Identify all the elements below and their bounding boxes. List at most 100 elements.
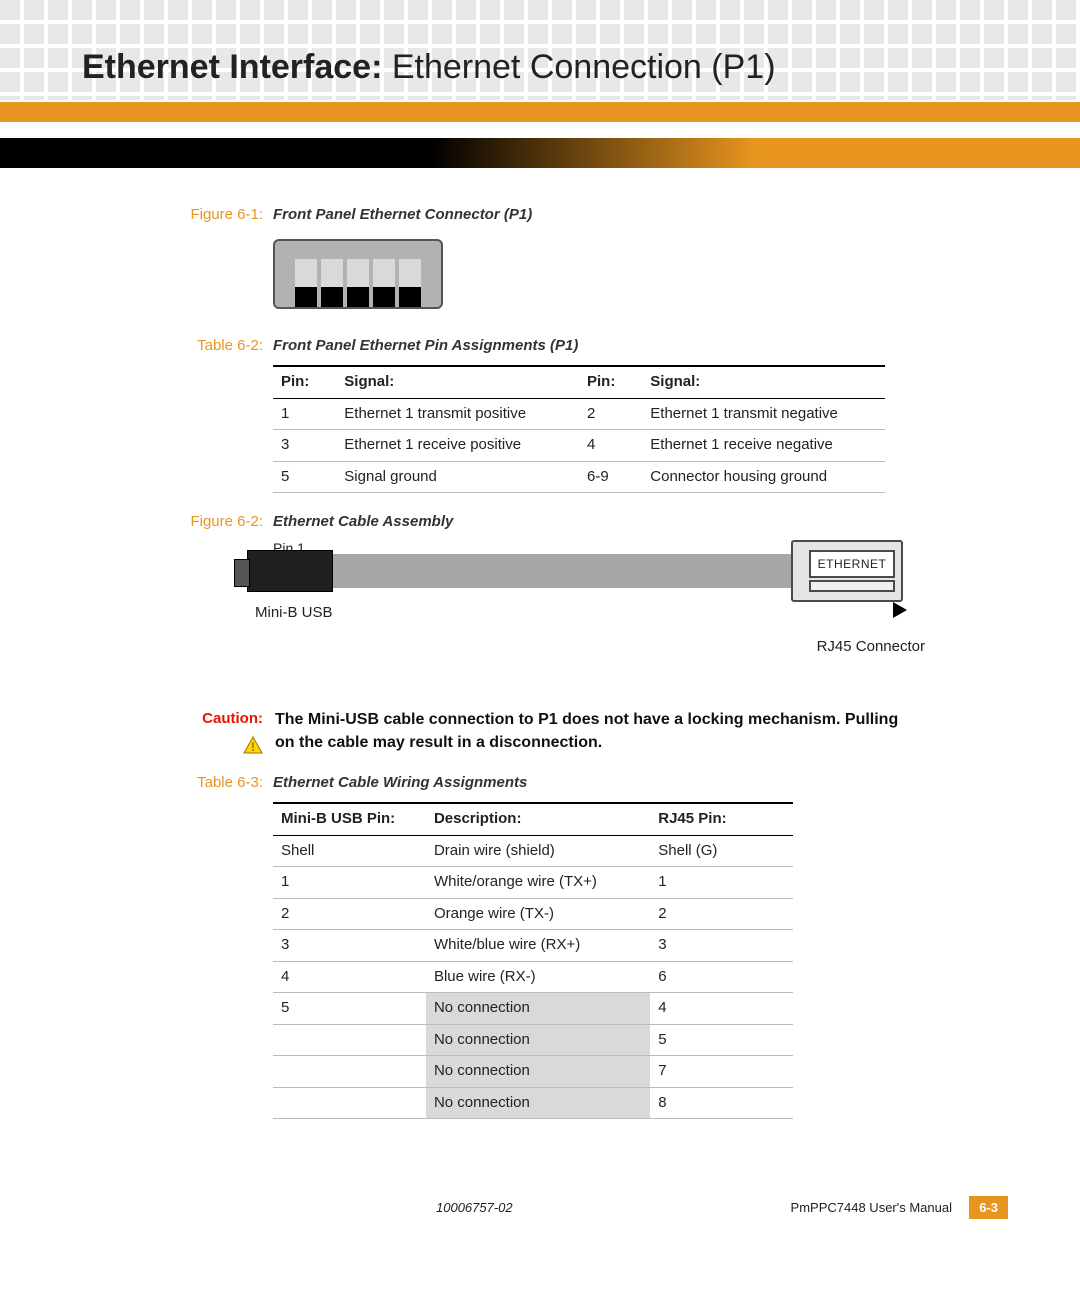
table-cell: Blue wire (RX-) bbox=[426, 961, 650, 993]
pin-slot bbox=[399, 259, 421, 307]
rj45-connector-label: RJ45 Connector bbox=[817, 636, 925, 659]
figure-6-1-text: Front Panel Ethernet Connector (P1) bbox=[273, 204, 532, 227]
table-row: 5Signal ground6-9Connector housing groun… bbox=[273, 461, 885, 493]
figure-6-2-caption: Figure 6-2: Ethernet Cable Assembly bbox=[185, 511, 905, 534]
th-signal: Signal: bbox=[336, 366, 579, 398]
table-cell: 6 bbox=[650, 961, 793, 993]
main-content: Figure 6-1: Front Panel Ethernet Connect… bbox=[185, 198, 905, 1119]
document-number: 10006757-02 bbox=[436, 1200, 513, 1215]
table-row: 3White/blue wire (RX+)3 bbox=[273, 930, 793, 962]
table-6-3: Mini-B USB Pin: Description: RJ45 Pin: S… bbox=[273, 802, 793, 1119]
table-6-2-text: Front Panel Ethernet Pin Assignments (P1… bbox=[273, 335, 578, 358]
table-6-2-caption: Table 6-2: Front Panel Ethernet Pin Assi… bbox=[185, 335, 905, 358]
table-cell: No connection bbox=[426, 1056, 650, 1088]
figure-6-2: ETHERNET Mini-B USB RJ45 Connector bbox=[255, 554, 905, 664]
table-cell: Shell (G) bbox=[650, 835, 793, 867]
gradient-bar bbox=[0, 138, 1080, 168]
table-cell: 4 bbox=[273, 961, 426, 993]
table-cell: 7 bbox=[650, 1056, 793, 1088]
table-6-2-label: Table 6-2: bbox=[185, 335, 263, 358]
table-cell: 5 bbox=[273, 993, 426, 1025]
table-cell: 1 bbox=[273, 398, 336, 430]
table-cell: 2 bbox=[579, 398, 642, 430]
caution-block: Caution: ! The Mini-USB cable connection… bbox=[185, 708, 905, 762]
arrow-icon bbox=[893, 602, 907, 618]
rj45-plug: ETHERNET bbox=[791, 540, 903, 602]
table-cell: Signal ground bbox=[336, 461, 579, 493]
table-row: 4Blue wire (RX-)6 bbox=[273, 961, 793, 993]
table-cell bbox=[273, 1024, 426, 1056]
table-cell: 1 bbox=[273, 867, 426, 899]
table-cell: 3 bbox=[273, 930, 426, 962]
table-cell: 3 bbox=[650, 930, 793, 962]
table-cell: 2 bbox=[273, 898, 426, 930]
table-cell: No connection bbox=[426, 1087, 650, 1119]
rj45-tab bbox=[809, 580, 895, 592]
table-cell: No connection bbox=[426, 993, 650, 1025]
table-cell: No connection bbox=[426, 1024, 650, 1056]
cable-body bbox=[277, 554, 795, 588]
figure-6-2-text: Ethernet Cable Assembly bbox=[273, 511, 453, 534]
orange-bar bbox=[0, 102, 1080, 122]
pin-slot bbox=[347, 259, 369, 307]
table-cell: Ethernet 1 receive negative bbox=[642, 430, 885, 462]
table-6-3-text: Ethernet Cable Wiring Assignments bbox=[273, 772, 527, 795]
table-cell: Ethernet 1 receive positive bbox=[336, 430, 579, 462]
page-number: 6-3 bbox=[969, 1196, 1008, 1219]
caution-label: Caution: bbox=[185, 708, 263, 731]
page-title-rest: Ethernet Connection (P1) bbox=[382, 48, 775, 86]
table-cell: Ethernet 1 transmit positive bbox=[336, 398, 579, 430]
table-cell: 8 bbox=[650, 1087, 793, 1119]
table-row: No connection8 bbox=[273, 1087, 793, 1119]
table-cell: 4 bbox=[650, 993, 793, 1025]
table-row: 5No connection4 bbox=[273, 993, 793, 1025]
figure-6-1-caption: Figure 6-1: Front Panel Ethernet Connect… bbox=[185, 204, 905, 227]
manual-name: PmPPC7448 User's Manual bbox=[791, 1200, 952, 1215]
table-cell: 4 bbox=[579, 430, 642, 462]
table-cell bbox=[273, 1056, 426, 1088]
mini-b-usb-label: Mini-B USB bbox=[255, 602, 333, 625]
table-cell: 3 bbox=[273, 430, 336, 462]
mini-b-plug bbox=[247, 550, 333, 592]
figure-6-2-label: Figure 6-2: bbox=[185, 511, 263, 534]
pin-slot bbox=[295, 259, 317, 307]
table-row: ShellDrain wire (shield)Shell (G) bbox=[273, 835, 793, 867]
figure-6-1-label: Figure 6-1: bbox=[185, 204, 263, 227]
th-minib-pin: Mini-B USB Pin: bbox=[273, 803, 426, 835]
table-cell: Connector housing ground bbox=[642, 461, 885, 493]
table-cell: White/orange wire (TX+) bbox=[426, 867, 650, 899]
page-title: Ethernet Interface: Ethernet Connection … bbox=[82, 48, 776, 87]
svg-text:!: ! bbox=[251, 740, 255, 754]
th-rj45-pin: RJ45 Pin: bbox=[650, 803, 793, 835]
caution-left: Caution: ! bbox=[185, 708, 263, 762]
table-cell: Ethernet 1 transmit negative bbox=[642, 398, 885, 430]
table-cell bbox=[273, 1087, 426, 1119]
table-row: 2Orange wire (TX-)2 bbox=[273, 898, 793, 930]
ethernet-label: ETHERNET bbox=[809, 550, 895, 578]
table-cell: 6-9 bbox=[579, 461, 642, 493]
table-6-2: Pin: Signal: Pin: Signal: 1Ethernet 1 tr… bbox=[273, 365, 885, 493]
table-cell: Drain wire (shield) bbox=[426, 835, 650, 867]
page-title-bold: Ethernet Interface: bbox=[82, 48, 382, 86]
warning-triangle-icon: ! bbox=[243, 736, 263, 754]
table-row: 1Ethernet 1 transmit positive2Ethernet 1… bbox=[273, 398, 885, 430]
table-cell: 5 bbox=[273, 461, 336, 493]
table-row: No connection5 bbox=[273, 1024, 793, 1056]
caution-text: The Mini-USB cable connection to P1 does… bbox=[275, 708, 905, 762]
table-cell: Shell bbox=[273, 835, 426, 867]
table-cell: 2 bbox=[650, 898, 793, 930]
th-description: Description: bbox=[426, 803, 650, 835]
table-cell: Orange wire (TX-) bbox=[426, 898, 650, 930]
table-row: 3Ethernet 1 receive positive4Ethernet 1 … bbox=[273, 430, 885, 462]
table-6-3-label: Table 6-3: bbox=[185, 772, 263, 795]
th-pin: Pin: bbox=[273, 366, 336, 398]
pin-slot bbox=[373, 259, 395, 307]
table-cell: White/blue wire (RX+) bbox=[426, 930, 650, 962]
th-signal: Signal: bbox=[642, 366, 885, 398]
figure-6-1 bbox=[273, 239, 905, 309]
table-cell: 5 bbox=[650, 1024, 793, 1056]
th-pin: Pin: bbox=[579, 366, 642, 398]
table-6-3-caption: Table 6-3: Ethernet Cable Wiring Assignm… bbox=[185, 772, 905, 795]
table-row: 1White/orange wire (TX+)1 bbox=[273, 867, 793, 899]
pin-slot bbox=[321, 259, 343, 307]
